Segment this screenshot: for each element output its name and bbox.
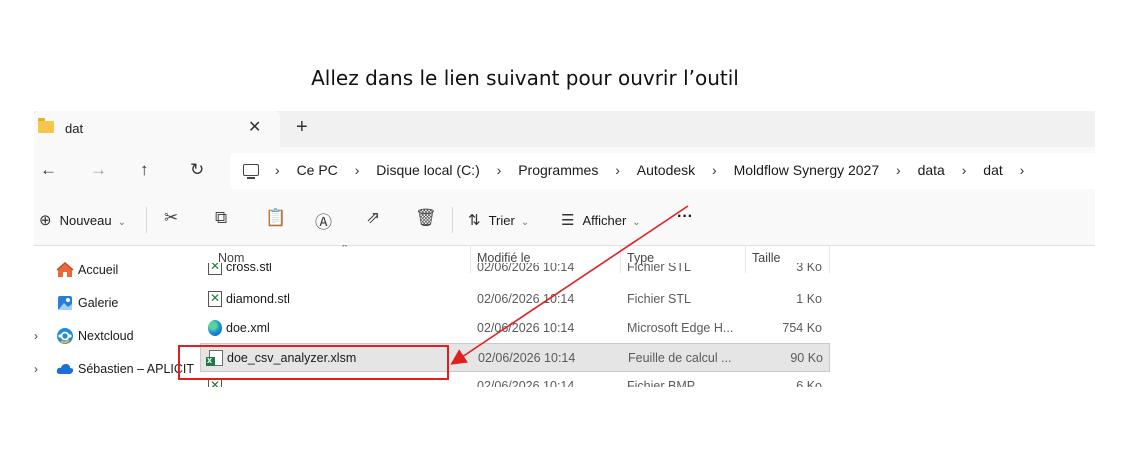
chevron-down-icon: ⌄: [117, 217, 127, 228]
nextcloud-icon: [57, 328, 73, 344]
sidebar-item-label: Accueil: [78, 263, 119, 277]
cloud-icon: [56, 364, 74, 374]
breadcrumb-separator[interactable]: ›: [497, 162, 502, 178]
breadcrumb-item[interactable]: dat: [983, 162, 1002, 178]
breadcrumb-item[interactable]: Programmes: [518, 162, 598, 178]
new-label: Nouveau: [59, 213, 112, 228]
file-modified: 02/06/2026 10:14: [477, 292, 575, 306]
view-label: Afficher: [582, 213, 627, 228]
file-size: 6 Ko: [796, 379, 822, 387]
navigation-pane: Accueil Galerie › Nextcloud › Sébastien …: [34, 246, 194, 387]
command-bar: ⊕ Nouveau ⌄ ✂ ⧉ 📋 Ⓐ ⇗ 🗑 ⇅ Trier ⌄ ☰ Afficher ⌄…: [34, 195, 1095, 246]
gallery-icon: [58, 296, 72, 310]
file-name: diamond.stl: [226, 292, 290, 306]
edge-icon: [208, 320, 222, 336]
sidebar-item-label: Nextcloud: [78, 329, 134, 343]
rename-icon[interactable]: Ⓐ: [315, 208, 332, 233]
up-arrow-icon[interactable]: ↑: [140, 160, 149, 180]
view-button[interactable]: ☰ Afficher ⌄: [561, 211, 641, 229]
share-icon[interactable]: ⇗: [366, 208, 380, 228]
stl-icon: [208, 291, 222, 307]
address-bar[interactable]: › Ce PC › Disque local (C:) › Programmes…: [230, 153, 1095, 189]
file-type: Fichier STL: [627, 263, 691, 274]
file-size: 3 Ko: [796, 263, 822, 274]
file-size: 1 Ko: [796, 292, 822, 306]
breadcrumb-separator[interactable]: ›: [962, 162, 967, 178]
sort-label: Trier: [488, 213, 515, 228]
folder-icon: [38, 118, 54, 133]
breadcrumb-separator[interactable]: ›: [712, 162, 717, 178]
paste-icon[interactable]: 📋: [265, 208, 286, 228]
file-type: Fichier STL: [627, 292, 691, 306]
file-modified: 02/06/2026 10:14: [477, 263, 575, 274]
home-icon: [56, 262, 74, 277]
chevron-down-icon: ⌄: [520, 217, 530, 228]
file-type: Fichier BMP: [627, 379, 696, 387]
chevron-right-icon[interactable]: ›: [34, 329, 38, 343]
file-row[interactable]: diamond.stl 02/06/2026 10:14 Fichier STL 1 …: [200, 285, 830, 314]
file-modified: 02/06/2026 10:14: [477, 321, 575, 335]
breadcrumb-separator[interactable]: ›: [896, 162, 901, 178]
forward-arrow-icon[interactable]: →: [90, 160, 107, 180]
breadcrumb-separator[interactable]: ›: [1020, 162, 1025, 178]
cut-icon[interactable]: ✂: [164, 208, 178, 228]
chevron-right-icon[interactable]: ›: [34, 362, 38, 376]
copy-icon[interactable]: ⧉: [215, 208, 227, 228]
breadcrumb-item[interactable]: Autodesk: [637, 162, 695, 178]
delete-icon[interactable]: 🗑: [415, 208, 437, 228]
file-row[interactable]: doe.xml 02/06/2026 10:14 Microsoft Edge H.…: [200, 314, 830, 343]
close-tab-icon[interactable]: ✕: [248, 117, 261, 137]
file-size: 754 Ko: [782, 321, 822, 335]
tab-bar: dat ✕ +: [34, 111, 1095, 147]
chevron-down-icon: ⌄: [632, 217, 641, 228]
back-arrow-icon[interactable]: ←: [40, 160, 57, 180]
breadcrumb: › Ce PC › Disque local (C:) › Programmes…: [275, 162, 1037, 178]
sort-icon: ⇅: [468, 212, 481, 229]
sort-button[interactable]: ⇅ Trier ⌄: [468, 211, 529, 229]
new-tab-button[interactable]: +: [296, 116, 308, 139]
breadcrumb-item[interactable]: data: [918, 162, 945, 178]
toolbar-divider: [146, 207, 147, 233]
sort-ascending-icon[interactable]: ⌃: [340, 245, 349, 255]
tab-title: dat: [65, 121, 84, 136]
sidebar-item-label: Sébastien – APLICIT: [78, 362, 195, 376]
new-button[interactable]: ⊕ Nouveau ⌄: [39, 211, 126, 229]
file-type: Microsoft Edge H...: [627, 321, 734, 335]
instruction-title: Allez dans le lien suivant pour ouvrir l…: [311, 66, 739, 90]
file-row-content: cross.stl 02/06/2026 10:14 Fichier STL 3…: [200, 263, 830, 281]
file-name: cross.stl: [226, 263, 272, 274]
sidebar-item-label: Galerie: [78, 296, 119, 310]
file-size: 90 Ko: [790, 351, 823, 365]
tab-dat[interactable]: dat ✕: [34, 111, 280, 147]
breadcrumb-item[interactable]: Disque local (C:): [376, 162, 479, 178]
computer-icon: [243, 164, 259, 179]
breadcrumb-item[interactable]: Moldflow Synergy 2027: [734, 162, 880, 178]
file-modified: 02/06/2026 10:14: [478, 351, 576, 365]
more-options-button[interactable]: ···: [677, 208, 693, 226]
file-modified: 02/06/2026 10:14: [477, 379, 575, 387]
annotation-highlight-box: [178, 345, 449, 380]
file-name: doe.xml: [226, 321, 270, 335]
breadcrumb-separator[interactable]: ›: [615, 162, 620, 178]
view-icon: ☰: [561, 212, 575, 229]
file-row-cross[interactable]: cross.stl 02/06/2026 10:14 Fichier STL 3…: [200, 263, 830, 281]
toolbar-divider: [452, 207, 453, 233]
breadcrumb-item[interactable]: Ce PC: [297, 162, 338, 178]
breadcrumb-separator[interactable]: ›: [355, 162, 360, 178]
file-type: Feuille de calcul ...: [628, 351, 732, 365]
navigation-bar: ← → ↑ ↻ › Ce PC › Disque local (C:) › Pr…: [34, 147, 1095, 195]
refresh-icon[interactable]: ↻: [190, 160, 204, 180]
plus-circle-icon: ⊕: [39, 212, 52, 229]
stl-file-icon: [208, 263, 222, 275]
breadcrumb-separator: ›: [275, 162, 280, 178]
